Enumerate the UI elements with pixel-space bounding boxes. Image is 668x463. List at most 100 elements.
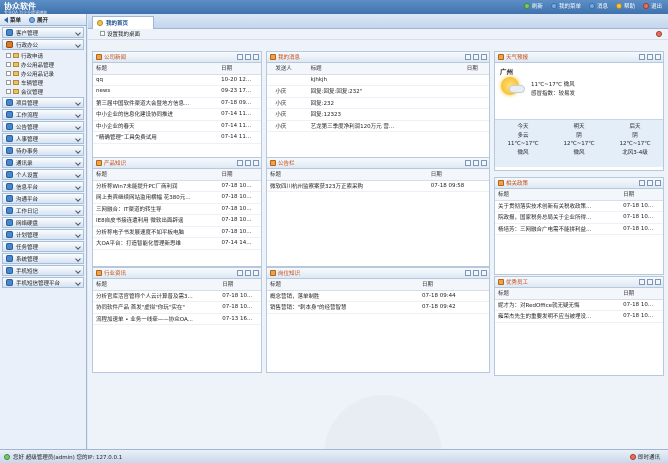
refresh-icon[interactable]	[237, 54, 243, 60]
table-row[interactable]: 分析称Win7未能提升PC厂商利润 07-18 10...	[93, 180, 261, 192]
table-cell[interactable]: 协同软件产品 首发"虚拟"你玩"实在"	[93, 301, 220, 314]
table-row[interactable]: 网上贵宾继续网站滥用横幅 花380元... 07-18 10...	[93, 191, 261, 204]
table-cell[interactable]: 分析称电子书发展速度不如平板电脑	[93, 226, 219, 238]
tab-home[interactable]: 我的首页	[92, 16, 154, 29]
edit-icon[interactable]	[647, 279, 653, 285]
expand-button[interactable]: 展开	[29, 16, 48, 24]
submenu-item-4[interactable]: 会议管理	[6, 87, 86, 96]
refresh-icon[interactable]	[639, 180, 645, 186]
sidebar-menu-2[interactable]: 项目管理	[2, 97, 84, 108]
table-cell[interactable]: 回复:回复:回复:232"	[307, 85, 464, 98]
sidebar-menu-0[interactable]: 客户管理	[2, 27, 84, 38]
close-icon[interactable]	[655, 180, 661, 186]
table-cell[interactable]: 销售营销："刺本身"的经营智慧	[267, 301, 420, 314]
sidebar-menu-1[interactable]: 行政办公	[2, 39, 84, 50]
table-cell[interactable]: 第三届中国软件渠道大会暨地方信息...	[93, 97, 219, 109]
refresh-icon[interactable]	[465, 160, 471, 166]
table-row[interactable]: 中小企业的信息化建设协同推进 07-14 11...	[93, 108, 261, 121]
table-row[interactable]: 小庆 回复:12323	[267, 108, 489, 121]
table-row[interactable]: 微软四川杭州监察案获323万正索采购 07-18 09:58	[267, 180, 489, 192]
sidebar-menu-8[interactable]: 个人设置	[2, 169, 84, 180]
table-row[interactable]: news 09-23 17...	[93, 85, 261, 98]
table-cell[interactable]: qq	[93, 74, 219, 86]
top-link-4[interactable]: 退出	[642, 2, 662, 10]
table-cell[interactable]: 艺龙第三季度净利润120万元 营...	[307, 120, 464, 132]
sidebar-menu-3[interactable]: 工作流程	[2, 109, 84, 120]
submenu-item-1[interactable]: 办公用品管理	[6, 60, 86, 69]
table-cell[interactable]: 中小企业的信息化建设协同推进	[93, 108, 219, 121]
table-row[interactable]: 三网融合：IT渠道的转生导 07-18 10...	[93, 203, 261, 215]
table-row[interactable]: 小庆 艺龙第三季度净利润120万元 营...	[267, 120, 489, 132]
table-cell[interactable]: 回复:232	[307, 97, 464, 109]
table-cell[interactable]: 网上贵宾继续网站滥用横幅 花380元...	[93, 191, 219, 204]
table-row[interactable]: 销售营销："刺本身"的经营智慧 07-18 09:42	[267, 301, 489, 314]
sidebar-menu-13[interactable]: 计划管理	[2, 229, 84, 240]
close-icon[interactable]	[253, 54, 259, 60]
table-row[interactable]: kjhkjh	[267, 74, 489, 86]
table-cell[interactable]: 流程加速单 • 业务一线牵——协众OA...	[93, 313, 220, 325]
table-row[interactable]: 中小企业的春天 07-14 11...	[93, 120, 261, 132]
table-row[interactable]: 第三届中国软件渠道大会暨地方信息... 07-18 09...	[93, 97, 261, 109]
edit-icon[interactable]	[647, 180, 653, 186]
edit-icon[interactable]	[473, 270, 479, 276]
table-cell[interactable]: 妮才为：对RedOffice就无疑无悔	[495, 299, 621, 311]
table-row[interactable]: 妮才为：对RedOffice就无疑无悔 07-18 10...	[495, 299, 663, 311]
table-cell[interactable]: 微软四川杭州监察案获323万正索采购	[267, 180, 428, 192]
sidebar-menu-15[interactable]: 系统管理	[2, 253, 84, 264]
sidebar-menu-16[interactable]: 手机短信	[2, 265, 84, 276]
refresh-icon[interactable]	[465, 270, 471, 276]
close-icon[interactable]	[655, 279, 661, 285]
submenu-item-3[interactable]: 车辆管理	[6, 78, 86, 87]
edit-icon[interactable]	[245, 54, 251, 60]
submenu-item-0[interactable]: 行政申请	[6, 51, 86, 60]
top-link-1[interactable]: 我的菜单	[550, 2, 581, 10]
sidebar-menu-10[interactable]: 沟通平台	[2, 193, 84, 204]
instant-messaging-button[interactable]: 即时通讯	[629, 453, 660, 461]
refresh-icon[interactable]	[237, 160, 243, 166]
table-cell[interactable]: 杨培芳：三网融合广电需不能拼利益...	[495, 223, 621, 235]
sidebar-menu-12[interactable]: 网络硬盘	[2, 217, 84, 228]
sidebar-menu-17[interactable]: 手机短信管理平台	[2, 277, 84, 288]
sidebar-menu-6[interactable]: 待办事务	[2, 145, 84, 156]
top-link-0[interactable]: 刷新	[523, 2, 543, 10]
table-cell[interactable]: IE8自皮书接连遭利用 微软出面辟谣	[93, 214, 219, 227]
close-icon[interactable]	[481, 270, 487, 276]
table-cell[interactable]: 院政报，国家税务总局关于企业所得...	[495, 211, 621, 224]
edit-icon[interactable]	[245, 160, 251, 166]
sidebar-menu-5[interactable]: 人事管理	[2, 133, 84, 144]
table-cell[interactable]: 分析称Win7未能提升PC厂商利润	[93, 180, 219, 192]
table-row[interactable]: 分析称电子书发展速度不如平板电脑 07-18 10...	[93, 226, 261, 238]
edit-icon[interactable]	[473, 160, 479, 166]
table-cell[interactable]: 分析官库活官管称个人云计算普及需3...	[93, 290, 220, 302]
table-cell[interactable]: “精确管理”工具免费试用	[93, 131, 219, 144]
sidebar-menu-9[interactable]: 信息平台	[2, 181, 84, 192]
table-row[interactable]: IE8自皮书接连遭利用 微软出面辟谣 07-18 10...	[93, 214, 261, 227]
table-cell[interactable]: 中小企业的春天	[93, 120, 219, 132]
close-icon[interactable]	[481, 54, 487, 60]
table-cell[interactable]: news	[93, 85, 219, 98]
refresh-icon[interactable]	[639, 279, 645, 285]
table-cell[interactable]: 大OA平台：打造智能化管理新思维	[93, 237, 219, 250]
refresh-icon[interactable]	[639, 54, 645, 60]
desktop-settings-link[interactable]: 设置我的桌面	[107, 30, 140, 38]
table-cell[interactable]: 概念营销，落单制胜	[267, 290, 420, 302]
menu-toggle-button[interactable]: 菜单	[4, 16, 21, 24]
table-cell[interactable]: 三网融合：IT渠道的转生导	[93, 203, 219, 215]
table-row[interactable]: 小庆 回复:回复:回复:232"	[267, 85, 489, 98]
submenu-item-2[interactable]: 办公用品记录	[6, 69, 86, 78]
top-link-2[interactable]: 消息	[588, 2, 608, 10]
table-row[interactable]: 大OA平台：打造智能化管理新思维 07-14 14...	[93, 237, 261, 250]
refresh-icon[interactable]	[237, 270, 243, 276]
table-cell[interactable]: 回复:12323	[307, 108, 464, 121]
top-link-3[interactable]: 帮助	[615, 2, 635, 10]
close-icon[interactable]	[253, 270, 259, 276]
sidebar-menu-7[interactable]: 通讯录	[2, 157, 84, 168]
table-cell[interactable]: 雍荣杰先生的重要发明不应当被埋没...	[495, 310, 621, 323]
sidebar-menu-14[interactable]: 任务管理	[2, 241, 84, 252]
close-icon[interactable]	[481, 160, 487, 166]
table-row[interactable]: “精确管理”工具免费试用 07-14 11...	[93, 131, 261, 144]
table-row[interactable]: 小庆 回复:232	[267, 97, 489, 109]
table-row[interactable]: 分析官库活官管称个人云计算普及需3... 07-18 10...	[93, 290, 261, 302]
close-icon[interactable]	[655, 54, 661, 60]
table-cell[interactable]: kjhkjh	[307, 74, 464, 86]
